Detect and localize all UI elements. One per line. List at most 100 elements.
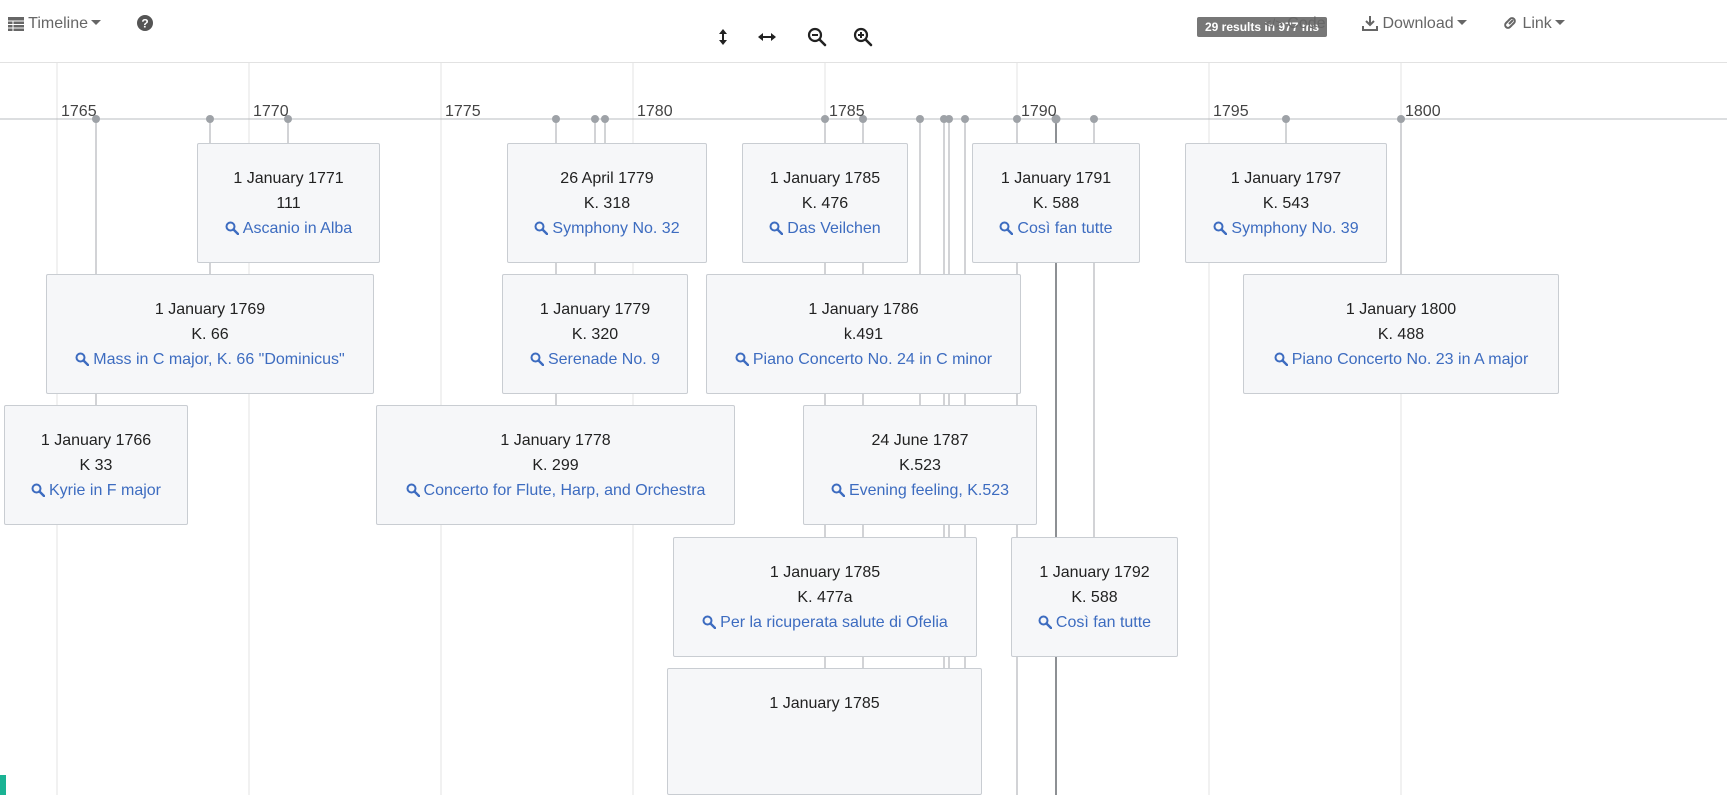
download-icon	[1362, 16, 1378, 31]
item-date: 1 January 1800	[1345, 301, 1457, 318]
item-title: Concerto for Flute, Harp, and Orchestra	[423, 482, 706, 499]
link-dropdown[interactable]: Link	[1502, 14, 1565, 34]
timeline[interactable]: 1765 1770 1775 1780 1785 1790 1795 1800 …	[0, 63, 1727, 795]
item-dot	[601, 115, 609, 123]
search-icon	[702, 615, 717, 630]
item-link[interactable]: Das Veilchen	[743, 216, 907, 241]
expand-vertical-button[interactable]	[712, 26, 734, 48]
item-link[interactable]: Kyrie in F major	[5, 478, 187, 503]
item-date: 1 January 1779	[539, 301, 651, 318]
item-title: Symphony No. 39	[1231, 220, 1359, 237]
item-dot	[1397, 115, 1405, 123]
expand-horizontal-icon	[758, 33, 776, 41]
item-date: 1 January 1785	[769, 564, 881, 581]
timeline-item[interactable]: 1 January 1785 K. 476 Das Veilchen	[742, 143, 908, 263]
expand-horizontal-button[interactable]	[756, 26, 778, 48]
item-link[interactable]: Symphony No. 39	[1186, 216, 1386, 241]
item-link[interactable]: Evening feeling, K.523	[804, 478, 1036, 503]
item-code: K. 476	[801, 195, 849, 212]
item-link[interactable]: Serenade No. 9	[503, 347, 687, 372]
timeline-item[interactable]: 1 January 1769 K. 66 Mass in C major, K.…	[46, 274, 374, 394]
timeline-item[interactable]: 1 January 1785	[667, 668, 982, 795]
timeline-item[interactable]: 1 January 1792 K. 588 Così fan tutte	[1011, 537, 1178, 657]
item-code: 111	[276, 195, 301, 212]
timeline-item[interactable]: 1 January 1786 k.491 Piano Concerto No. …	[706, 274, 1021, 394]
item-code: k.491	[843, 326, 884, 343]
year-label: 1780	[637, 103, 673, 120]
item-title: Così fan tutte	[1055, 614, 1152, 631]
item-link[interactable]: Concerto for Flute, Harp, and Orchestra	[377, 478, 734, 503]
item-link[interactable]: Così fan tutte	[1012, 610, 1177, 635]
search-icon	[1038, 615, 1053, 630]
year-label: 1765	[61, 103, 97, 120]
item-title: Kyrie in F major	[48, 482, 162, 499]
timeline-item[interactable]: 1 January 1785 K. 477a Per la ricuperata…	[673, 537, 977, 657]
item-dot	[552, 115, 560, 123]
timeline-item[interactable]: 1 January 1797 K. 543 Symphony No. 39	[1185, 143, 1387, 263]
item-title: Piano Concerto No. 24 in C minor	[752, 351, 993, 368]
item-code: K. 488	[1377, 326, 1425, 343]
item-date: 1 January 1791	[1000, 170, 1112, 187]
search-icon	[1213, 221, 1228, 236]
link-icon	[1504, 17, 1516, 29]
item-link[interactable]: Ascanio in Alba	[198, 216, 379, 241]
code-button[interactable]: </> Code	[1264, 14, 1326, 34]
timeline-item[interactable]: 1 January 1800 K. 488 Piano Concerto No.…	[1243, 274, 1559, 394]
search-icon	[225, 221, 239, 236]
item-code: K. 543	[1262, 195, 1310, 212]
toolbar: Timeline ? 29 results in 977 ms </> Code…	[0, 0, 1727, 63]
item-title: Mass in C major, K. 66 "Dominicus"	[93, 351, 345, 368]
chevron-down-icon	[91, 20, 102, 25]
view-dropdown[interactable]: Timeline	[8, 14, 102, 34]
item-code: K. 299	[532, 457, 579, 474]
item-date: 1 January 1785	[769, 695, 880, 712]
search-icon	[534, 221, 549, 236]
zoom-out-button[interactable]	[806, 26, 828, 48]
timeline-item[interactable]: 1 January 1771 111 Ascanio in Alba	[197, 143, 380, 263]
search-icon	[999, 221, 1014, 236]
item-code: K. 320	[571, 326, 619, 343]
timeline-item[interactable]: 1 January 1779 K. 320 Serenade No. 9	[502, 274, 688, 394]
item-dot	[1282, 115, 1290, 123]
item-code: K. 588	[1032, 195, 1080, 212]
item-title: Serenade No. 9	[547, 351, 661, 368]
table-icon	[8, 17, 24, 31]
item-link[interactable]: Così fan tutte	[973, 216, 1139, 241]
year-label: 1770	[253, 103, 289, 120]
item-link[interactable]: Symphony No. 32	[508, 216, 706, 241]
timeline-item[interactable]: 24 June 1787 K.523 Evening feeling, K.52…	[803, 405, 1037, 525]
item-dot	[821, 115, 829, 123]
chevron-down-icon	[1554, 20, 1565, 25]
item-title: Piano Concerto No. 23 in A major	[1291, 351, 1529, 368]
help-button[interactable]: ?	[137, 14, 153, 34]
link-label: Link	[1522, 15, 1552, 32]
download-label: Download	[1382, 15, 1454, 32]
zoom-in-button[interactable]	[852, 26, 874, 48]
item-date: 1 January 1778	[500, 432, 611, 449]
item-date: 1 January 1786	[808, 301, 919, 318]
timeline-item[interactable]: 26 April 1779 K. 318 Symphony No. 32	[507, 143, 707, 263]
item-code: K. 318	[583, 195, 631, 212]
item-code: K. 66	[191, 326, 229, 343]
item-title: Così fan tutte	[1017, 220, 1113, 237]
item-link[interactable]: Piano Concerto No. 23 in A major	[1244, 347, 1558, 372]
search-icon	[831, 483, 846, 498]
item-dot	[1013, 115, 1021, 123]
item-title: Per la ricuperata salute di Ofelia	[720, 614, 948, 631]
zoom-out-icon	[807, 27, 827, 47]
item-date: 1 January 1766	[40, 432, 152, 449]
svg-text:?: ?	[141, 17, 148, 31]
question-circle-icon: ?	[137, 15, 153, 31]
item-link[interactable]: Per la ricuperata salute di Ofelia	[674, 610, 976, 635]
year-label: 1800	[1405, 103, 1441, 120]
timeline-item[interactable]: 1 January 1778 K. 299 Concerto for Flute…	[376, 405, 735, 525]
download-dropdown[interactable]: Download	[1362, 14, 1467, 34]
item-date: 1 January 1797	[1230, 170, 1342, 187]
timeline-item[interactable]: 1 January 1791 K. 588 Così fan tutte	[972, 143, 1140, 263]
item-link[interactable]: Mass in C major, K. 66 "Dominicus"	[47, 347, 373, 372]
item-dot	[945, 115, 953, 123]
search-icon	[769, 221, 784, 236]
timeline-item[interactable]: 1 January 1766 K 33 Kyrie in F major	[4, 405, 188, 525]
item-link[interactable]: Piano Concerto No. 24 in C minor	[707, 347, 1020, 372]
item-date: 26 April 1779	[560, 170, 654, 187]
